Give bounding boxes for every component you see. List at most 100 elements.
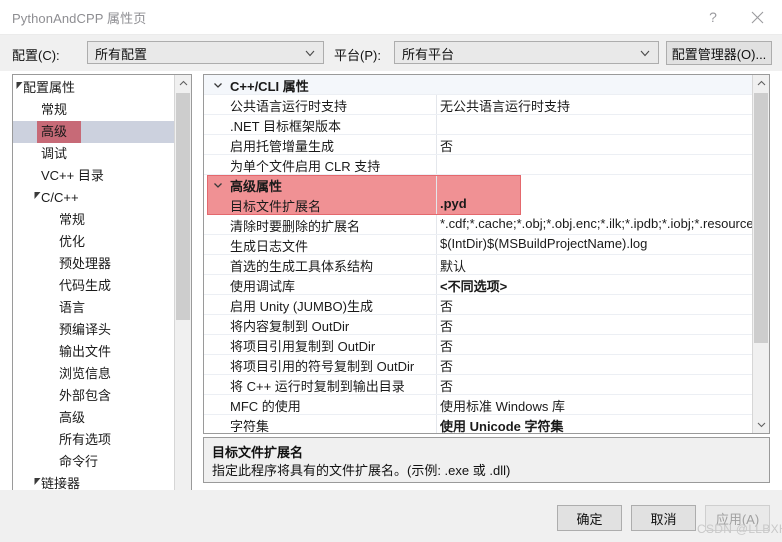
property-row[interactable]: 启用 Unity (JUMBO)生成 否 (204, 295, 752, 315)
tree-item[interactable]: 调试 (13, 143, 174, 165)
tree-item[interactable]: 命令行 (13, 451, 174, 473)
property-value[interactable]: 使用标准 Windows 库 (440, 396, 752, 415)
scroll-up-icon[interactable] (175, 75, 191, 92)
apply-button: 应用(A) (705, 505, 770, 531)
property-row[interactable]: 清除时要删除的扩展名 *.cdf;*.cache;*.obj;*.obj.enc;… (204, 215, 752, 235)
property-row[interactable]: MFC 的使用 使用标准 Windows 库 (204, 395, 752, 415)
tree-item[interactable]: 配置属性 (13, 77, 174, 99)
configuration-select[interactable]: 所有配置 (87, 41, 324, 64)
tree-item-label: 配置属性 (23, 80, 76, 95)
tree-item[interactable]: 预编译头 (13, 319, 174, 341)
grid-scrollbar[interactable] (752, 75, 769, 433)
property-category-row[interactable]: 高级属性 (204, 175, 752, 195)
tree-item[interactable]: VC++ 目录 (13, 165, 174, 187)
property-row[interactable]: 字符集 使用 Unicode 字符集 (204, 415, 752, 433)
properties-dialog: PythonAndCPP 属性页 ? 配置(C): 所有配置 平台(P): 所有 (0, 0, 782, 542)
chevron-down-icon (639, 46, 651, 58)
cancel-button[interactable]: 取消 (631, 505, 696, 531)
property-grid: C++/CLI 属性 公共语言运行时支持 无公共语言运行时支持 .NET 目标框架版本… (203, 74, 770, 434)
tree-item-label: 输出文件 (59, 344, 112, 359)
tree-item-label: 调试 (41, 146, 68, 161)
property-row[interactable]: 使用调试库 <不同选项> (204, 275, 752, 295)
tree-item[interactable]: 外部包含 (13, 385, 174, 407)
property-category-row[interactable]: C++/CLI 属性 (204, 75, 752, 95)
tree-item-label: 外部包含 (59, 388, 112, 403)
property-name: 为单个文件启用 CLR 支持 (230, 159, 381, 174)
tree-item[interactable]: 输出文件 (13, 341, 174, 363)
property-row[interactable]: .NET 目标框架版本 (204, 115, 752, 135)
help-icon: ? (709, 9, 717, 25)
property-row[interactable]: 为单个文件启用 CLR 支持 (204, 155, 752, 175)
property-value[interactable]: .pyd (440, 196, 752, 211)
property-value[interactable]: 无公共语言运行时支持 (440, 96, 752, 115)
tree-item-label: 语言 (59, 300, 86, 315)
property-name: MFC 的使用 (230, 399, 301, 414)
tree-item[interactable]: 预处理器 (13, 253, 174, 275)
property-name: 使用调试库 (230, 279, 296, 294)
tree-item-label: 预编译头 (59, 322, 112, 337)
tree-item[interactable]: 浏览信息 (13, 363, 174, 385)
chevron-down-icon (304, 46, 316, 58)
tree-item-label: 预处理器 (59, 256, 112, 271)
tree-item[interactable]: 高级 (13, 407, 174, 429)
tree-item-label: VC++ 目录 (41, 168, 104, 183)
tree-item-label: 常规 (59, 212, 86, 227)
property-value[interactable]: 否 (440, 296, 752, 315)
description-pane: 目标文件扩展名 指定此程序将具有的文件扩展名。(示例: .exe 或 .dll) (203, 437, 770, 483)
property-row[interactable]: 启用托管增量生成 否 (204, 135, 752, 155)
property-name: C++/CLI 属性 (230, 79, 309, 94)
scroll-up-icon[interactable] (753, 75, 769, 92)
property-row[interactable]: 首选的生成工具体系结构 默认 (204, 255, 752, 275)
property-row[interactable]: 将 C++ 运行时复制到输出目录 否 (204, 375, 752, 395)
description-title: 目标文件扩展名 (212, 445, 304, 460)
tree-items-container: 配置属性 常规 高级 调试 VC++ 目录 C/C++ 常规 优化 预处理器 代码生成 语言 预编译头… (13, 77, 174, 517)
help-button[interactable]: ? (692, 0, 734, 34)
property-row[interactable]: 生成日志文件 $(IntDir)$(MSBuildProjectName).log (204, 235, 752, 255)
grid-scroll-thumb[interactable] (754, 93, 768, 343)
property-row[interactable]: 将内容复制到 OutDir 否 (204, 315, 752, 335)
tree-item[interactable]: 高级 (13, 121, 174, 143)
property-value[interactable]: *.cdf;*.cache;*.obj;*.obj.enc;*.ilk;*.ip… (440, 216, 752, 231)
property-value[interactable]: <不同选项> (440, 276, 752, 295)
property-name: 目标文件扩展名 (230, 199, 322, 214)
tree-item[interactable]: 所有选项 (13, 429, 174, 451)
scroll-down-icon[interactable] (753, 416, 769, 433)
category-collapse-icon[interactable] (212, 75, 224, 94)
property-value[interactable]: 否 (440, 136, 752, 155)
tree-item[interactable]: C/C++ (13, 187, 174, 209)
tree-item-label: 优化 (59, 234, 86, 249)
property-name: 启用托管增量生成 (230, 139, 335, 154)
tree-scrollbar[interactable] (174, 75, 191, 517)
tree-item-label: C/C++ (41, 190, 79, 205)
ok-button[interactable]: 确定 (557, 505, 622, 531)
property-value[interactable]: 否 (440, 376, 752, 395)
property-value[interactable]: 默认 (440, 256, 752, 275)
property-row[interactable]: 公共语言运行时支持 无公共语言运行时支持 (204, 95, 752, 115)
property-value[interactable]: $(IntDir)$(MSBuildProjectName).log (440, 236, 752, 251)
property-value[interactable]: 使用 Unicode 字符集 (440, 416, 752, 433)
platform-select[interactable]: 所有平台 (394, 41, 659, 64)
description-text: 指定此程序将具有的文件扩展名。(示例: .exe 或 .dll) (212, 463, 511, 478)
property-row[interactable]: 将项目引用复制到 OutDir 否 (204, 335, 752, 355)
property-name: 将 C++ 运行时复制到输出目录 (230, 379, 405, 394)
configuration-value: 所有配置 (95, 47, 148, 62)
tree-item[interactable]: 优化 (13, 231, 174, 253)
tree-item[interactable]: 语言 (13, 297, 174, 319)
property-value[interactable]: 否 (440, 356, 752, 375)
tree-item[interactable]: 代码生成 (13, 275, 174, 297)
property-row[interactable]: 目标文件扩展名 .pyd (204, 195, 752, 215)
property-name: 将项目引用复制到 OutDir (230, 339, 376, 354)
property-value[interactable]: 否 (440, 316, 752, 335)
tree-item-label: 浏览信息 (59, 366, 112, 381)
property-rows-container: C++/CLI 属性 公共语言运行时支持 无公共语言运行时支持 .NET 目标框架版本… (204, 75, 752, 433)
property-value[interactable]: 否 (440, 336, 752, 355)
category-collapse-icon[interactable] (212, 175, 224, 194)
tree-scroll-thumb[interactable] (176, 93, 190, 320)
tree-item-label: 高级 (59, 410, 86, 425)
tree-item-label: 代码生成 (59, 278, 112, 293)
close-button[interactable] (736, 0, 778, 34)
configuration-manager-button[interactable]: 配置管理器(O)... (666, 41, 772, 65)
tree-item[interactable]: 常规 (13, 209, 174, 231)
tree-item[interactable]: 常规 (13, 99, 174, 121)
property-row[interactable]: 将项目引用的符号复制到 OutDir 否 (204, 355, 752, 375)
